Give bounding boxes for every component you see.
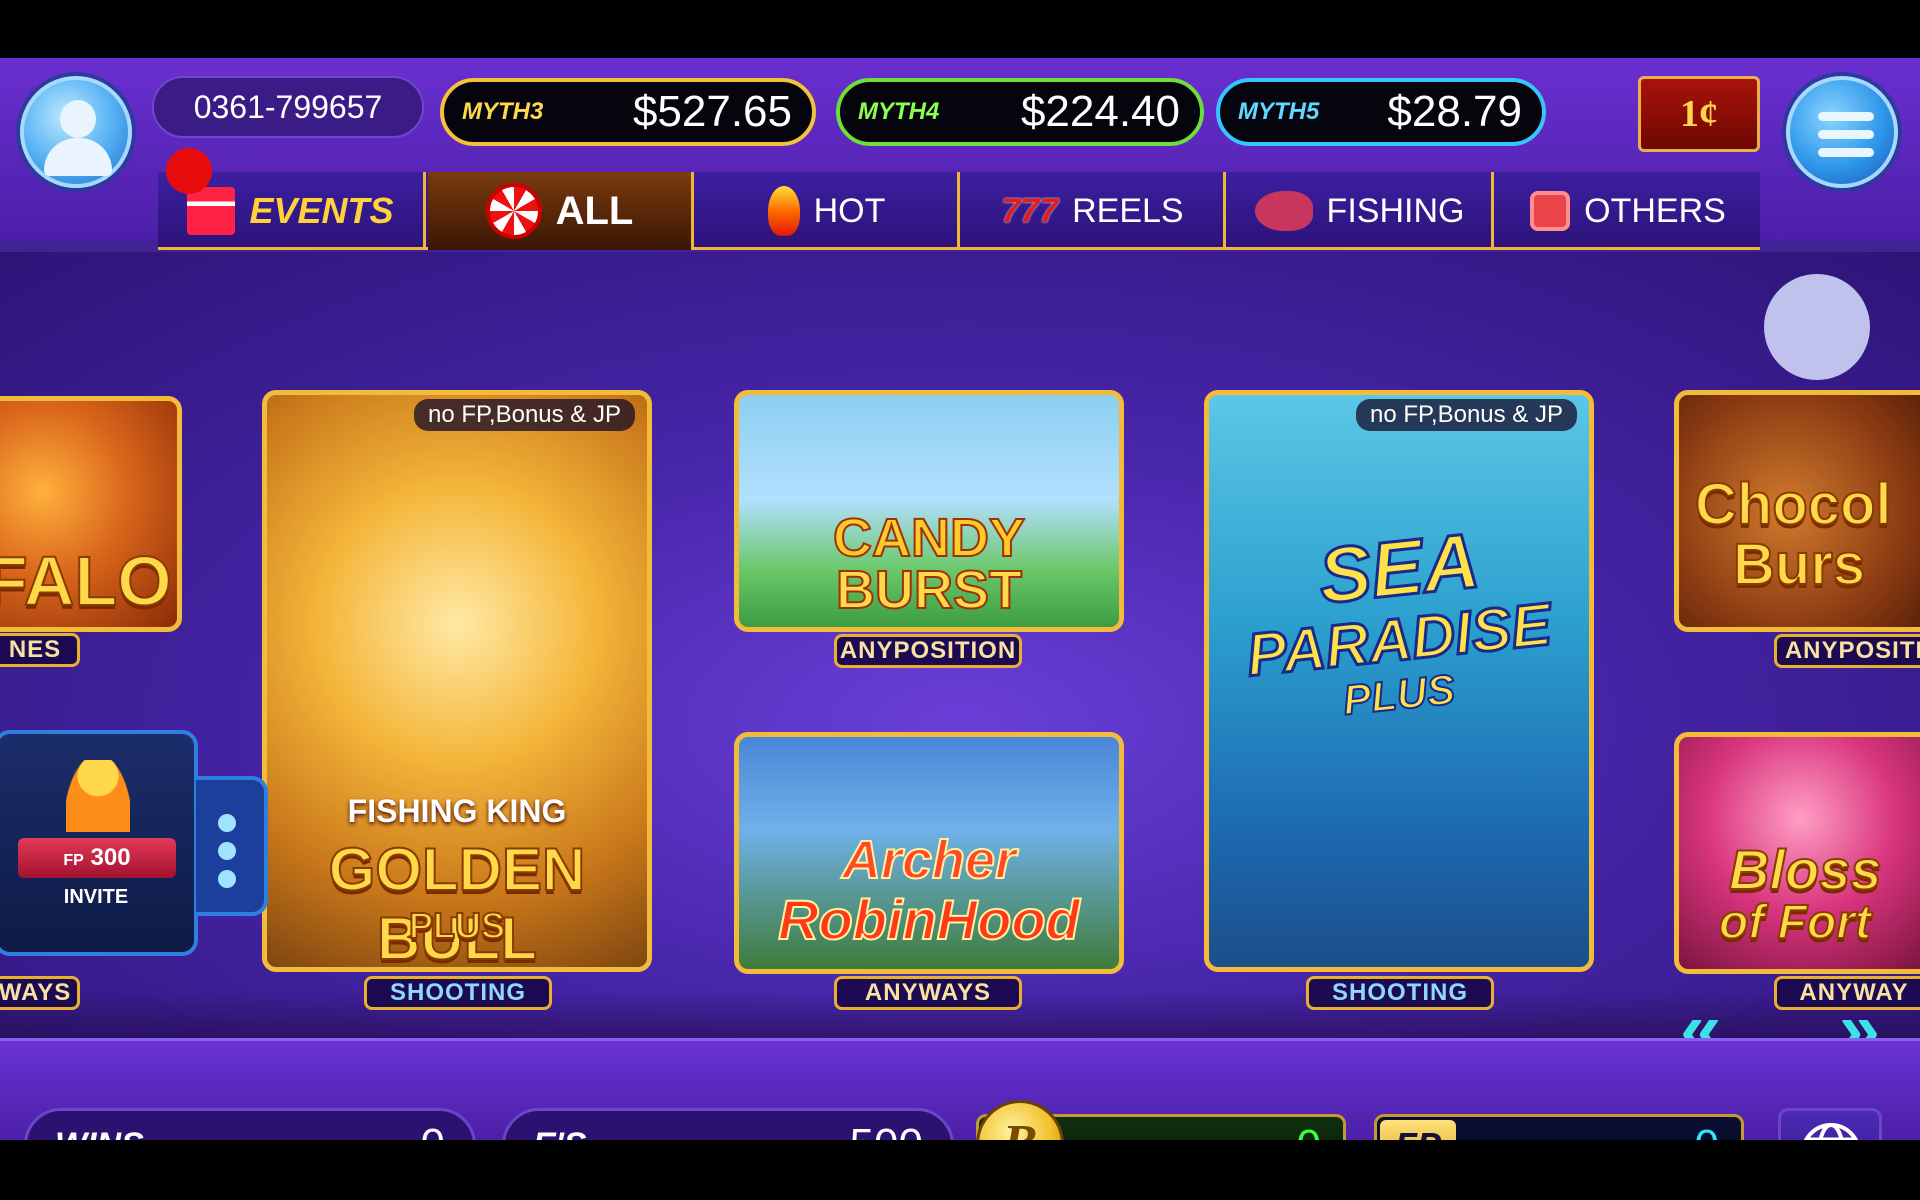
wins-display: WINS 0 [24,1108,476,1140]
tab-fishing[interactable]: FISHING [1228,172,1494,250]
game-card-golden-bull[interactable]: no FP,Bonus & JP FISHING KING GOLDEN BUL… [262,390,652,972]
fp-badge-icon: FP [1380,1120,1456,1140]
invite-label: INVITE [63,886,129,908]
game-title: FALO [0,541,173,621]
game-tag: ANYWAYS [834,976,1022,1010]
game-badge: no FP,Bonus & JP [1355,399,1577,431]
game-title: Bloss [1728,837,1883,902]
game-card-buffalo[interactable]: FALO [0,396,182,632]
game-subtitle: PLUS [408,904,506,947]
wins-value: 0 [421,1120,445,1140]
jackpot-name: MYTH5 [1238,98,1320,125]
game-subtitle: BURST [835,559,1023,621]
jackpot-value: $224.40 [1020,87,1180,136]
denomination-button[interactable]: 1¢ [1638,76,1760,152]
dot-icon [218,842,236,860]
game-card-archer-robinhood[interactable]: Archer RobinHood [734,732,1124,974]
avatar-button[interactable] [20,76,132,188]
language-button[interactable] [1778,1108,1882,1140]
game-title: Archer [841,829,1017,891]
tab-label: REELS [1072,191,1184,230]
game-subtitle: of Fort [1718,895,1872,950]
menu-line-icon [1818,148,1874,157]
jackpot-myth4: MYTH4 $224.40 [836,78,1204,146]
menu-line-icon [1818,112,1874,121]
fp-label: FP [63,852,84,869]
notification-dot [166,148,212,194]
game-title: GOLDEN BULL [328,835,587,972]
jackpot-myth3: MYTH3 $527.65 [440,78,816,146]
jackpot-value: $527.65 [632,87,792,136]
game-title-small: FISHING KING [347,793,567,829]
game-subtitle: RobinHood [777,887,1081,952]
dot-icon [218,814,236,832]
es-display: E'S 500 [502,1108,954,1140]
invite-more-button[interactable] [196,776,268,916]
jackpot-name: MYTH3 [462,98,544,125]
game-tag: ANYPOSITI [1774,634,1920,668]
game-tag: WAYS [0,976,80,1010]
jackpot-name: MYTH4 [858,98,940,125]
tab-label: ALL [555,188,634,233]
avatar-body-icon [44,138,112,176]
tab-label: FISHING [1326,191,1465,230]
game-badge: no FP,Bonus & JP [413,399,635,431]
game-tag: ANYPOSITION [834,634,1022,668]
game-subtitle: Burs [1732,531,1866,598]
account-id: 0361-799657 [152,76,424,138]
game-lobby: 0361-799657 MYTH3 $527.65 MYTH4 $224.40 … [0,58,1920,1140]
globe-icon [1803,1123,1859,1140]
jackpot-value: $28.79 [1387,87,1522,136]
game-card-chocolate-burst[interactable]: Chocol Burs [1674,390,1920,632]
wins-label: WINS [55,1126,144,1141]
anglerfish-icon [1254,191,1313,231]
game-card-candy-burst[interactable]: CANDY BURST [734,390,1124,632]
gift-icon [187,187,236,235]
tab-label: EVENTS [249,190,394,231]
game-tag: SHOOTING [1306,976,1494,1010]
game-tag: NES [0,633,80,667]
game-card-blossom-fortune[interactable]: Bloss of Fort [1674,732,1920,974]
777-icon: 777 [1001,191,1059,230]
jackpot-myth5: MYTH5 $28.79 [1216,78,1546,146]
casino-chip-icon [485,183,542,239]
category-tabs: EVENTS ALL HOT 777 REELS FISHING OTHERS [158,172,1760,250]
menu-button[interactable] [1786,76,1898,188]
tab-others[interactable]: OTHERS [1496,172,1760,250]
es-value: 500 [850,1120,923,1140]
tab-all[interactable]: ALL [428,172,694,250]
dot-icon [218,870,236,888]
bonus-value: 0 [1297,1121,1321,1140]
game-tag: SHOOTING [364,976,552,1010]
invite-amount: 300 [90,844,131,871]
menu-line-icon [1818,130,1874,139]
game-card-sea-paradise[interactable]: no FP,Bonus & JP SEA PARADISE PLUS [1204,390,1594,972]
es-label: E'S [533,1126,586,1141]
tab-label: HOT [813,191,886,230]
game-title: Chocol [1694,471,1893,538]
fp-value: 0 [1695,1121,1719,1140]
invite-panel[interactable]: FP 300 INVITE [0,730,198,956]
tab-reels[interactable]: 777 REELS [962,172,1226,250]
add-friend-icon [66,760,130,832]
invite-reward: FP 300 [18,838,176,878]
fire-icon [767,186,800,236]
avatar-head-icon [60,100,96,138]
tab-label: OTHERS [1584,191,1726,230]
dice-icon [1530,191,1571,231]
tab-hot[interactable]: HOT [696,172,960,250]
moon-decoration [1764,274,1870,380]
